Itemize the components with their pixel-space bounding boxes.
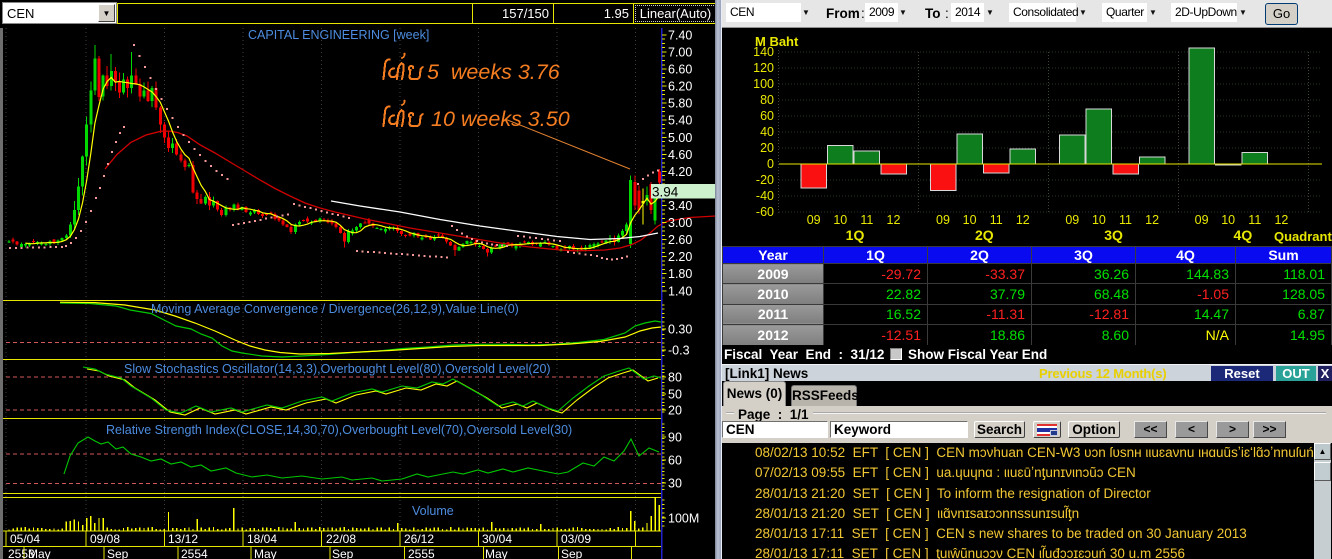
svg-text:5.40: 5.40 <box>668 114 692 128</box>
svg-text:0: 0 <box>767 157 774 171</box>
svg-text:3.40: 3.40 <box>668 199 692 213</box>
svg-text:100: 100 <box>753 77 774 91</box>
svg-text:22/08: 22/08 <box>326 532 356 546</box>
svg-text:3.94: 3.94 <box>652 185 679 200</box>
svg-text:May: May <box>485 547 508 559</box>
svg-text:Moving Average Convergence / D: Moving Average Convergence / Divergence(… <box>151 302 519 316</box>
svg-text:Sep: Sep <box>107 547 129 559</box>
svg-text:6.20: 6.20 <box>668 80 692 94</box>
svg-text:11: 11 <box>860 213 873 227</box>
svg-text:120: 120 <box>753 61 774 75</box>
svg-text:Volume: Volume <box>412 504 454 518</box>
svg-text:09: 09 <box>1195 213 1209 227</box>
svg-text:May: May <box>28 547 51 559</box>
svg-text:10: 10 <box>963 213 977 227</box>
svg-text:Quadrant: Quadrant <box>1274 229 1332 244</box>
svg-text:11: 11 <box>1248 213 1261 227</box>
svg-text:09/08: 09/08 <box>90 532 120 546</box>
svg-text:2554: 2554 <box>181 547 208 559</box>
svg-text:1.40: 1.40 <box>668 284 692 298</box>
svg-text:-0.3: -0.3 <box>668 344 690 358</box>
svg-text:10: 10 <box>1221 213 1235 227</box>
svg-text:03/09: 03/09 <box>561 532 591 546</box>
svg-text:4.20: 4.20 <box>668 165 692 179</box>
svg-text:Slow Stochastics Oscillator(14: Slow Stochastics Oscillator(14,3,3),Over… <box>124 362 551 376</box>
svg-text:50: 50 <box>668 388 682 402</box>
svg-text:6.60: 6.60 <box>668 63 692 77</box>
svg-text:0.30: 0.30 <box>668 323 692 337</box>
svg-text:05/04: 05/04 <box>10 532 40 546</box>
svg-text:3Q: 3Q <box>1104 227 1123 243</box>
svg-text:1.80: 1.80 <box>668 267 692 281</box>
svg-text:13/12: 13/12 <box>168 532 198 546</box>
svg-text:20: 20 <box>760 141 774 155</box>
svg-text:-40: -40 <box>756 189 774 203</box>
svg-text:12: 12 <box>1274 213 1288 227</box>
svg-text:May: May <box>254 547 277 559</box>
svg-text:100M: 100M <box>668 512 699 526</box>
svg-text:20: 20 <box>668 404 682 418</box>
svg-text:4Q: 4Q <box>1234 227 1253 243</box>
svg-text:M Baht: M Baht <box>755 34 799 49</box>
svg-text:30: 30 <box>668 477 682 491</box>
svg-text:2Q: 2Q <box>975 227 994 243</box>
svg-text:10: 10 <box>1092 213 1106 227</box>
svg-text:5 weeks 3.76: 5 weeks 3.76 <box>427 60 560 84</box>
svg-text:Sep: Sep <box>561 547 583 559</box>
svg-text:30/04: 30/04 <box>482 532 512 546</box>
svg-text:12: 12 <box>887 213 901 227</box>
svg-text:12: 12 <box>1145 213 1159 227</box>
svg-text:7.40: 7.40 <box>668 28 692 42</box>
svg-text:12: 12 <box>1016 213 1030 227</box>
svg-text:11: 11 <box>1119 213 1132 227</box>
svg-text:2.20: 2.20 <box>668 250 692 264</box>
svg-text:80: 80 <box>760 93 774 107</box>
svg-text:09: 09 <box>1065 213 1079 227</box>
svg-text:Relative Strength Index(CLOSE,: Relative Strength Index(CLOSE,14,30,70),… <box>106 423 572 437</box>
svg-text:40: 40 <box>760 125 774 139</box>
svg-text:3.00: 3.00 <box>668 216 692 230</box>
svg-text:09: 09 <box>807 213 821 227</box>
svg-text:26/12: 26/12 <box>404 532 434 546</box>
svg-text:90: 90 <box>668 431 682 445</box>
svg-text:-20: -20 <box>756 173 774 187</box>
svg-text:1Q: 1Q <box>846 227 865 243</box>
svg-text:5.80: 5.80 <box>668 97 692 111</box>
svg-text:09: 09 <box>936 213 950 227</box>
svg-text:2.60: 2.60 <box>668 233 692 247</box>
svg-text:CAPITAL ENGINEERING [week]: CAPITAL ENGINEERING [week] <box>248 28 429 42</box>
svg-text:60: 60 <box>760 109 774 123</box>
svg-text:2555: 2555 <box>408 547 435 559</box>
svg-text:18/04: 18/04 <box>247 532 277 546</box>
svg-text:60: 60 <box>668 454 682 468</box>
svg-text:7.00: 7.00 <box>668 46 692 60</box>
svg-text:80: 80 <box>668 371 682 385</box>
svg-text:10 weeks 3.50: 10 weeks 3.50 <box>431 107 570 131</box>
svg-text:-60: -60 <box>756 205 774 219</box>
svg-text:11: 11 <box>990 213 1003 227</box>
svg-text:5.00: 5.00 <box>668 131 692 145</box>
svg-text:10: 10 <box>833 213 847 227</box>
svg-text:4.60: 4.60 <box>668 148 692 162</box>
svg-text:Sep: Sep <box>332 547 354 559</box>
